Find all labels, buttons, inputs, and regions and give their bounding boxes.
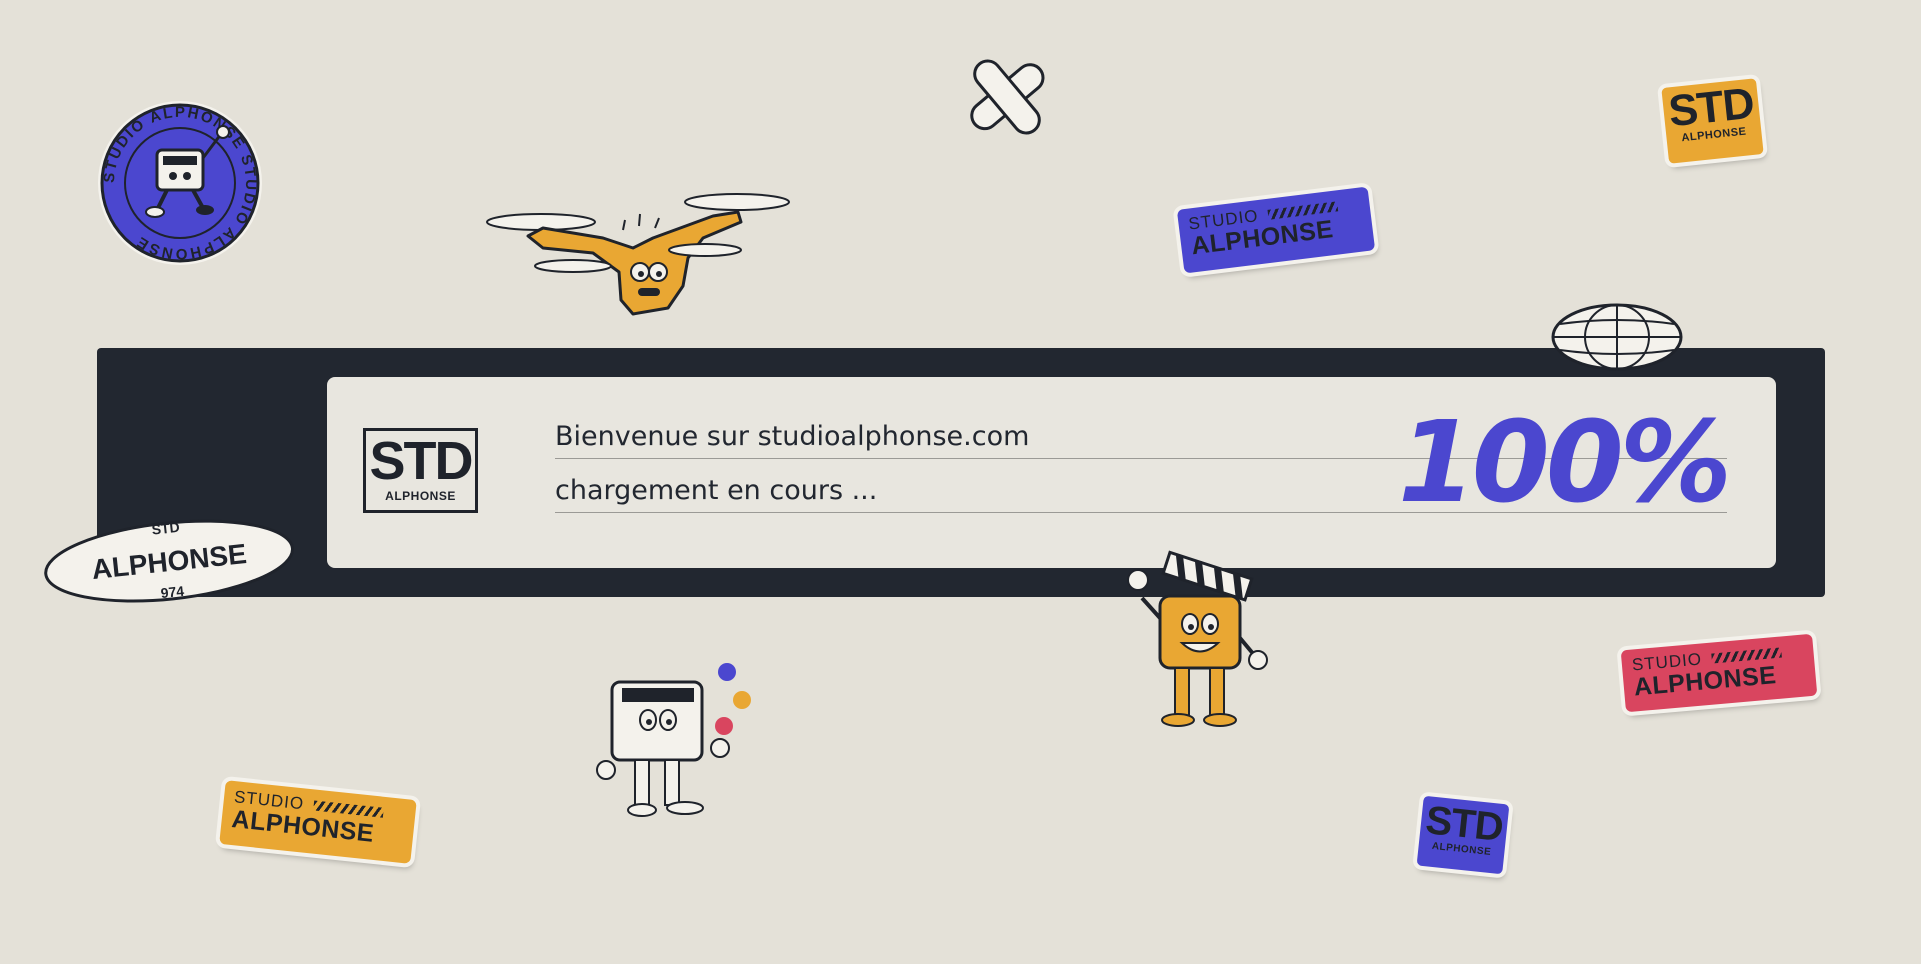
std-tile-orange: STD ALPHONSE [1661, 78, 1764, 164]
loading-percentage: 100% [1397, 398, 1732, 528]
studio-alphonse-sticker-blue: STUDIO ALPHONSE [1176, 186, 1376, 274]
bandage-icon [960, 52, 1055, 142]
studio-alphonse-sticker-red: STUDIO ALPHONSE [1620, 633, 1818, 713]
loader-card: STD ALPHONSE Bienvenue sur studioalphons… [327, 377, 1776, 568]
alphonse-974-oval-sticker: STD ALPHONSE 974 [38, 502, 301, 618]
studio-alphonse-sticker-orange: STUDIO ALPHONSE [219, 780, 417, 864]
computer-mascot [590, 660, 760, 825]
std-logo-small: ALPHONSE [385, 489, 456, 503]
oval-top-text: STD [151, 519, 181, 538]
oval-bottom-text: 974 [160, 583, 185, 601]
drone-mascot [483, 188, 795, 318]
std-logo: STD ALPHONSE [363, 428, 478, 513]
round-studio-badge: STUDIO ALPHONSE STUDIO ALPHONSE [95, 98, 265, 268]
clapperboard-mascot [1120, 548, 1275, 738]
globe-icon [1550, 302, 1685, 372]
std-tile-blue: STD ALPHONSE [1416, 795, 1510, 875]
std-logo-big: STD [369, 431, 474, 491]
